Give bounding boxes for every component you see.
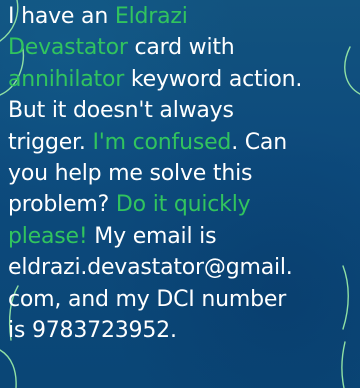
bottom-left-arc (0, 349, 17, 388)
highlighted-message-fragment: Do it quickly (115, 192, 251, 218)
message-fragment: But it doesn't always (8, 98, 234, 124)
highlighted-message-fragment: I'm confused (92, 129, 232, 155)
highlighted-message-fragment: annihilator (8, 66, 125, 92)
highlighted-message-fragment: Devastator (8, 35, 128, 61)
message-fragment: com, and my DCI number (8, 286, 287, 312)
message-fragment: is 9783723952. (8, 318, 177, 344)
message-fragment: My email is (87, 223, 217, 249)
message-fragment: I have an (8, 4, 115, 29)
message-card: I have an Eldrazi Devastator card with ann… (0, 0, 360, 388)
highlighted-message-fragment: please! (8, 223, 88, 249)
message-text: I have an Eldrazi Devastator card with ann… (8, 1, 358, 346)
message-fragment: eldrazi.devastator@gmail. (8, 255, 293, 281)
message-fragment: keyword action. (124, 66, 303, 92)
message-fragment: . Can (231, 129, 287, 155)
bottom-right-arc (341, 341, 346, 388)
message-fragment: trigger. (8, 129, 93, 155)
message-fragment: problem? (8, 192, 116, 218)
highlighted-message-fragment: Eldrazi (114, 4, 188, 29)
message-fragment: card with (127, 35, 235, 61)
message-fragment: you help me solve this (8, 161, 253, 187)
